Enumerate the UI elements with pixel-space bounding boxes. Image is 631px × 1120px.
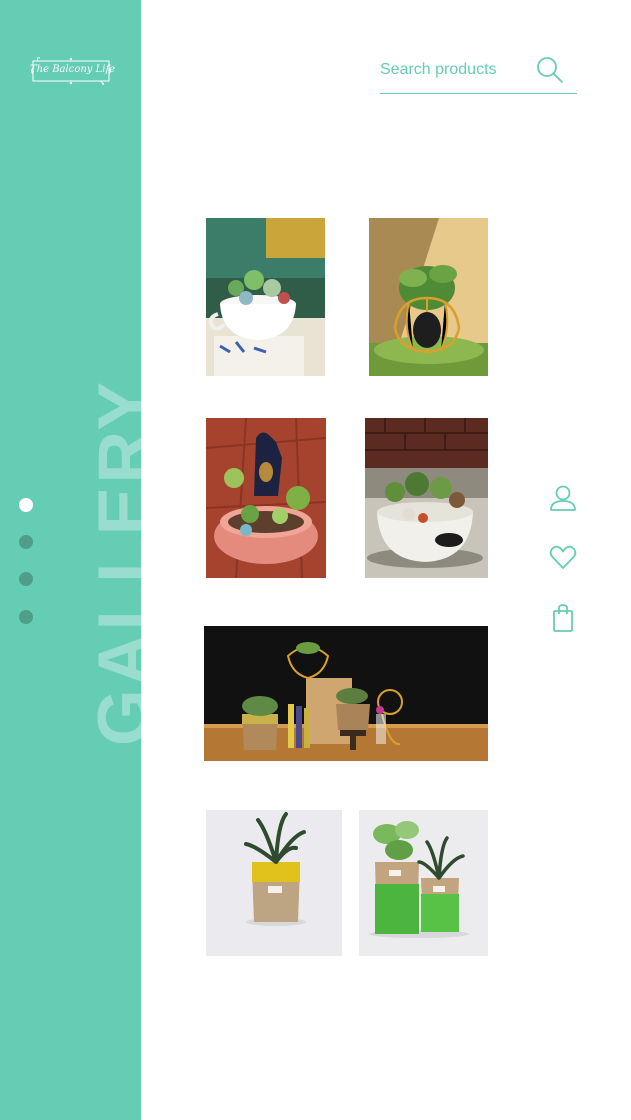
gallery-photo-3[interactable] bbox=[206, 418, 326, 578]
search-icon[interactable] bbox=[536, 56, 564, 84]
gallery-photo-1[interactable] bbox=[206, 218, 325, 376]
gallery-photo-7[interactable] bbox=[359, 810, 488, 956]
user-icon[interactable] bbox=[549, 484, 577, 514]
pager-dot-4[interactable] bbox=[19, 610, 33, 624]
pager-dot-1[interactable] bbox=[19, 498, 33, 512]
shopping-bag-icon[interactable] bbox=[549, 603, 577, 633]
gallery-heading: GALLERY bbox=[84, 378, 165, 746]
gallery-photo-4[interactable] bbox=[365, 418, 488, 578]
gallery-photo-6[interactable] bbox=[206, 810, 342, 956]
search-input[interactable] bbox=[380, 58, 530, 82]
gallery-photo-5[interactable] bbox=[204, 626, 488, 761]
heart-icon[interactable] bbox=[549, 543, 577, 573]
gallery-photo-2[interactable] bbox=[369, 218, 488, 376]
pager-dot-2[interactable] bbox=[19, 535, 33, 549]
brand-logo-text: The Balcony Life bbox=[30, 64, 116, 75]
pager-dot-3[interactable] bbox=[19, 572, 33, 586]
brand-logo[interactable]: The Balcony Life bbox=[30, 56, 116, 86]
sidebar: The Balcony Life GALLERY bbox=[0, 0, 165, 1120]
